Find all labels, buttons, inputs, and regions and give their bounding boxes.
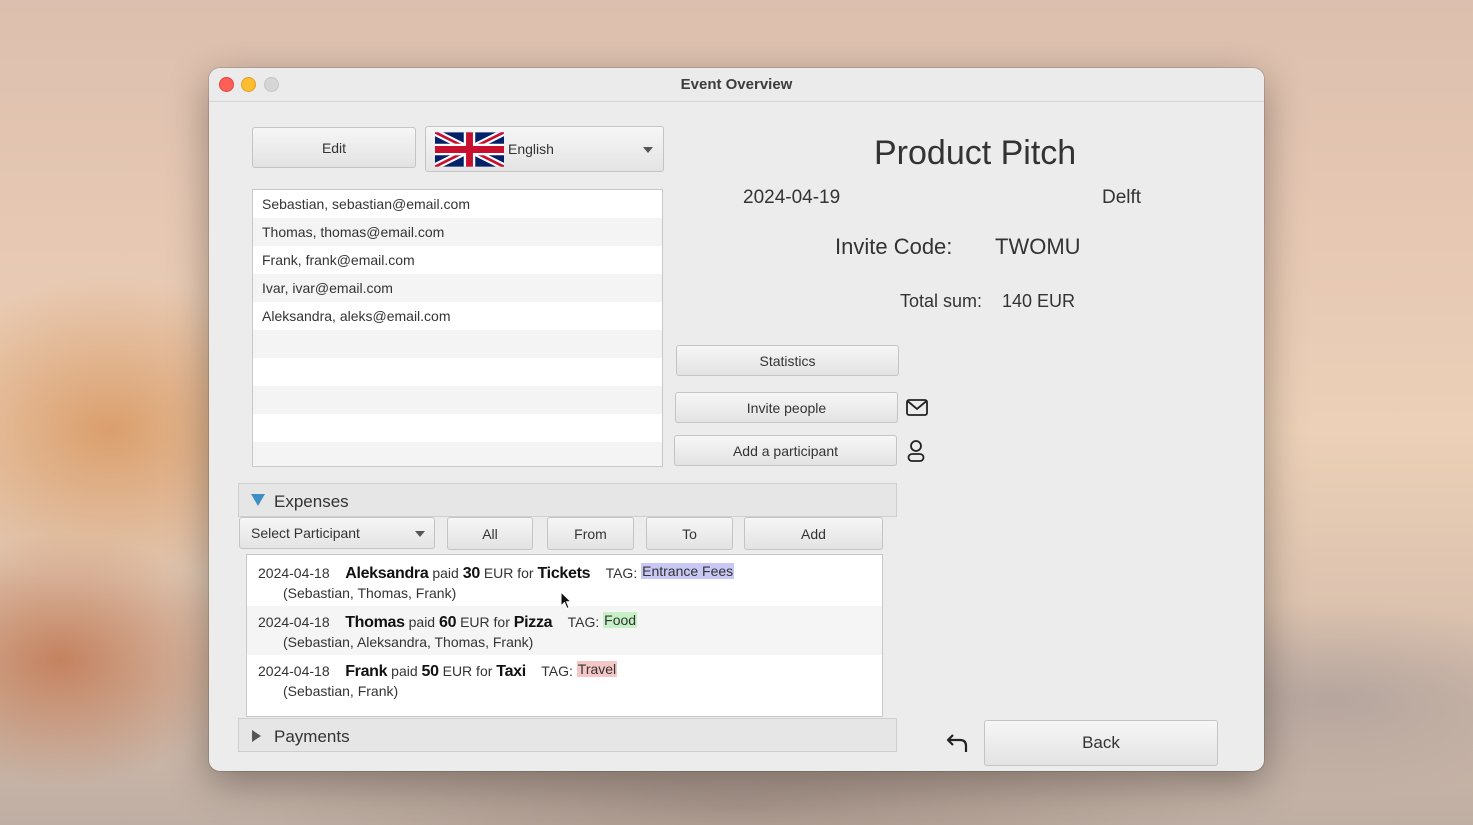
empty-row [253, 442, 662, 466]
empty-row [253, 330, 662, 358]
uk-flag-icon [435, 132, 504, 167]
participant-select[interactable]: Select Participant [239, 517, 435, 549]
person-icon[interactable] [906, 439, 926, 463]
filter-all-button[interactable]: All [447, 517, 533, 550]
empty-row [253, 414, 662, 442]
expense-title: Taxi [496, 663, 526, 680]
payments-title: Payments [274, 727, 350, 746]
expense-title: Pizza [513, 614, 553, 631]
chevron-down-icon [415, 531, 425, 537]
participants-list[interactable]: Sebastian, sebastian@email.com Thomas, t… [252, 189, 663, 467]
chevron-down-icon [643, 147, 653, 153]
back-button[interactable]: Back [984, 720, 1218, 766]
event-location: Delft [1102, 187, 1142, 208]
edit-button[interactable]: Edit [252, 127, 416, 168]
expense-amount: 30 [462, 565, 481, 582]
expense-summary: 2024-04-18 Frank paid 50 EUR for Taxi TA… [258, 661, 618, 681]
expense-summary: 2024-04-18 Thomas paid 60 EUR for Pizza … [258, 612, 638, 632]
window-title: Event Overview [680, 76, 793, 93]
expense-date: 2024-04-18 [258, 614, 330, 630]
expense-item[interactable]: 2024-04-18 Frank paid 50 EUR for Taxi TA… [247, 655, 882, 704]
event-name: Product Pitch [874, 134, 1077, 172]
invite-people-button[interactable]: Invite people [675, 392, 898, 423]
participant-row[interactable]: Aleksandra, aleks@email.com [253, 302, 662, 330]
participant-select-label: Select Participant [251, 525, 360, 541]
expenses-section-header[interactable]: Expenses [238, 483, 897, 517]
expense-amount: 60 [438, 614, 457, 631]
expenses-title: Expenses [274, 492, 349, 511]
language-selector[interactable]: English [425, 126, 664, 172]
expenses-list[interactable]: 2024-04-18 Aleksandra paid 30 EUR for Ti… [246, 554, 883, 717]
tag-label: TAG: [567, 614, 600, 630]
undo-arrow-icon[interactable] [946, 732, 970, 754]
expense-title: Tickets [537, 565, 591, 582]
add-expense-button[interactable]: Add [744, 517, 883, 550]
paid-word: paid [432, 565, 459, 581]
triangle-down-icon [251, 494, 265, 506]
participant-row[interactable]: Frank, frank@email.com [253, 246, 662, 274]
expense-debtors: (Sebastian, Thomas, Frank) [283, 585, 457, 601]
expense-item[interactable]: 2024-04-18 Thomas paid 60 EUR for Pizza … [247, 606, 882, 655]
participant-row[interactable]: Ivar, ivar@email.com [253, 274, 662, 302]
language-label: English [508, 141, 554, 157]
statistics-button[interactable]: Statistics [676, 345, 899, 376]
filter-to-button[interactable]: To [646, 517, 733, 550]
invite-code-value: TWOMU [995, 234, 1081, 259]
event-date: 2024-04-19 [743, 187, 841, 208]
expense-debtors: (Sebastian, Frank) [283, 683, 399, 699]
participant-row[interactable]: Thomas, thomas@email.com [253, 218, 662, 246]
expense-payer: Thomas [345, 614, 405, 631]
total-sum-label: Total sum: [900, 291, 983, 311]
empty-row [253, 358, 662, 386]
empty-row [253, 386, 662, 414]
mail-icon[interactable] [906, 399, 928, 416]
expense-payer: Aleksandra [345, 565, 429, 582]
eur-for-word: EUR for [483, 565, 534, 581]
expense-tag: Entrance Fees [641, 563, 735, 579]
tag-label: TAG: [541, 663, 573, 679]
expense-summary: 2024-04-18 Aleksandra paid 30 EUR for Ti… [258, 563, 735, 583]
tag-label: TAG: [605, 565, 638, 581]
add-participant-button[interactable]: Add a participant [674, 435, 897, 466]
expense-payer: Frank [345, 663, 388, 680]
expense-date: 2024-04-18 [258, 663, 330, 679]
eur-for-word: EUR for [460, 614, 510, 630]
mouse-cursor-icon [560, 591, 572, 610]
paid-word: paid [391, 663, 418, 679]
total-sum-value: 140 EUR [1002, 291, 1076, 311]
paid-word: paid [408, 614, 436, 630]
expense-tag: Food [603, 612, 638, 628]
eur-for-word: EUR for [442, 663, 493, 679]
filter-from-button[interactable]: From [547, 517, 634, 550]
triangle-right-icon [252, 730, 261, 742]
participant-row[interactable]: Sebastian, sebastian@email.com [253, 190, 662, 218]
title-bar: Event Overview [209, 68, 1264, 102]
expense-debtors: (Sebastian, Aleksandra, Thomas, Frank) [283, 634, 534, 650]
expense-tag: Travel [576, 661, 618, 677]
event-overview-window: Event Overview Edit English Sebastian, s… [209, 68, 1264, 771]
expense-amount: 50 [421, 663, 440, 680]
expense-date: 2024-04-18 [258, 565, 330, 581]
payments-section-header[interactable]: Payments [238, 718, 897, 752]
invite-code-label: Invite Code: [835, 234, 953, 259]
